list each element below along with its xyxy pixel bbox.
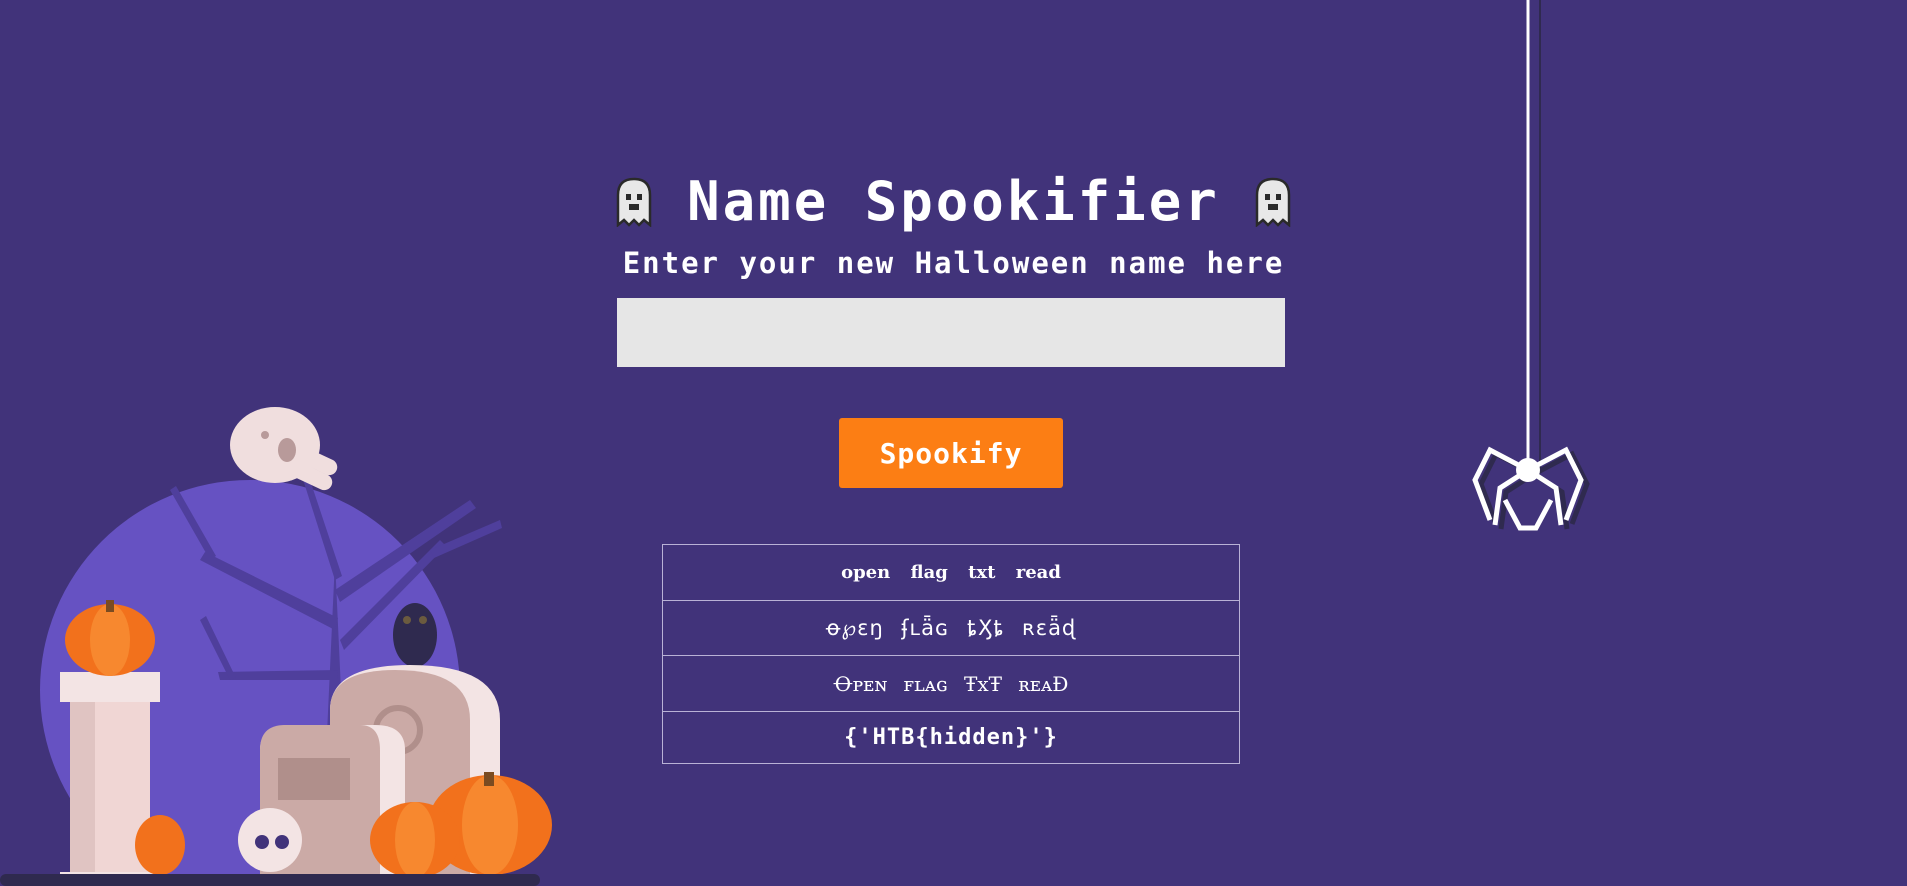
result-cell-font-4: {'HTB{hidden}'} [662,711,1240,764]
table-row: {'HTB{hidden}'} [662,711,1240,764]
name-input[interactable] [617,298,1285,367]
page: Name Spookifier Enter your new Halloween… [0,0,1907,886]
form-prompt: Enter your new Halloween name here [622,246,1285,280]
result-cell-font-2: ꝋ℘ɛŋ ʄʟǟɢ ȶӼȶ ʀɛǟɖ [662,600,1240,656]
ghost-illustration [230,407,338,491]
header: Name Spookifier [0,172,1907,232]
table-row: open flag txt read [662,544,1240,601]
graveyard-illustration [0,407,552,886]
table-row: ꝋ℘ɛŋ ʄʟǟɢ ȶӼȶ ʀɛǟɖ [662,600,1240,656]
ghost-icon [1255,177,1291,227]
owl-illustration [393,603,437,667]
page-title: Name Spookifier [687,170,1220,233]
results-table: open flag txt read ꝋ℘ɛŋ ʄʟǟɢ ȶӼȶ ʀɛǟɖ Ꝋᴘ… [662,544,1240,764]
skull-illustration [238,808,302,872]
result-cell-font-3: Ꝋᴘᴇɴ ꜰʟᴀɢ ŦxŦ ʀᴇᴀĐ [662,655,1240,712]
table-row: Ꝋᴘᴇɴ ꜰʟᴀɢ ŦxŦ ʀᴇᴀĐ [662,655,1240,712]
result-cell-font-1: open flag txt read [662,544,1240,601]
ghost-icon [616,177,652,227]
spookify-button[interactable]: Spookify [839,418,1063,488]
